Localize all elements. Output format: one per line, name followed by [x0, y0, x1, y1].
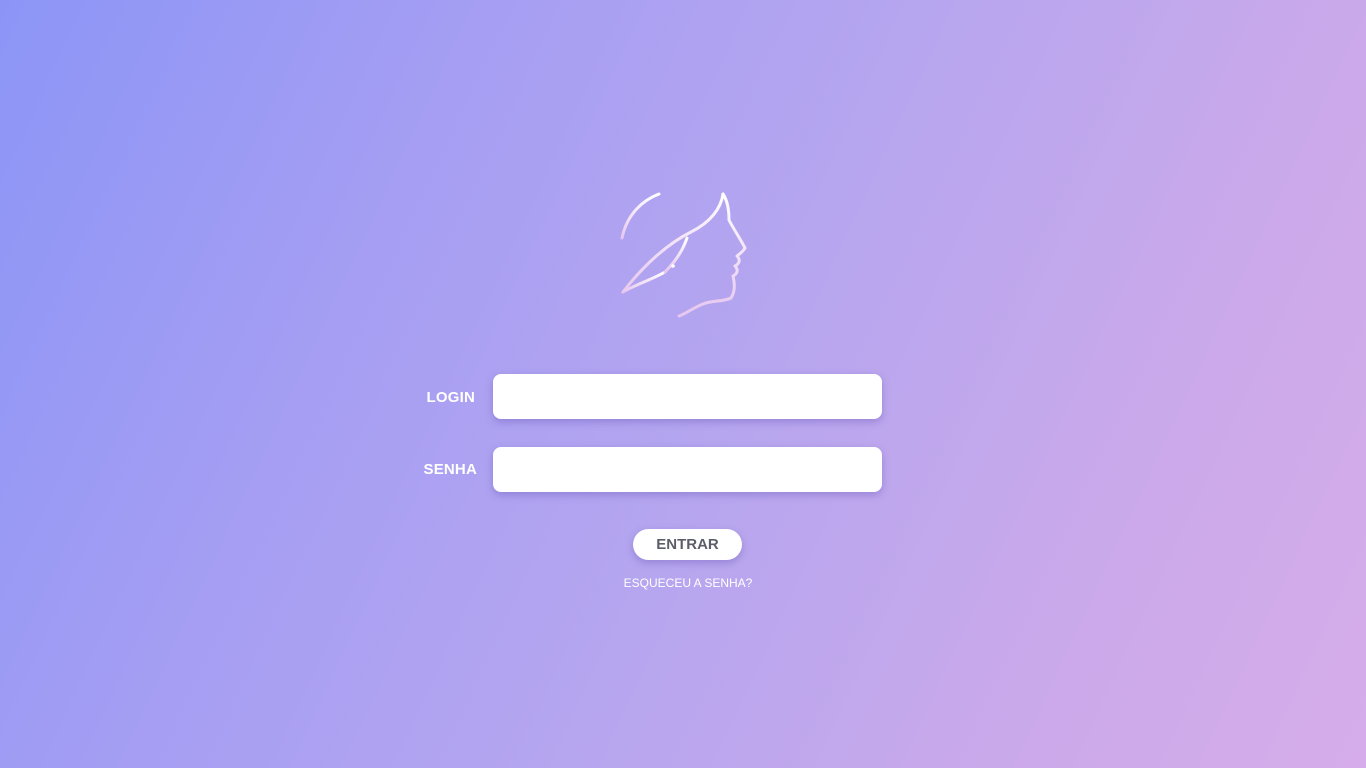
password-input[interactable] — [493, 447, 882, 492]
login-form: LOGIN SENHA ENTRAR ESQUECEU A SENHA? — [0, 0, 1366, 768]
forgot-password-link[interactable]: ESQUECEU A SENHA? — [583, 576, 793, 590]
enter-button[interactable]: ENTRAR — [633, 529, 742, 560]
login-label: LOGIN — [426, 389, 475, 406]
login-input[interactable] — [493, 374, 882, 419]
password-label: SENHA — [423, 461, 477, 478]
